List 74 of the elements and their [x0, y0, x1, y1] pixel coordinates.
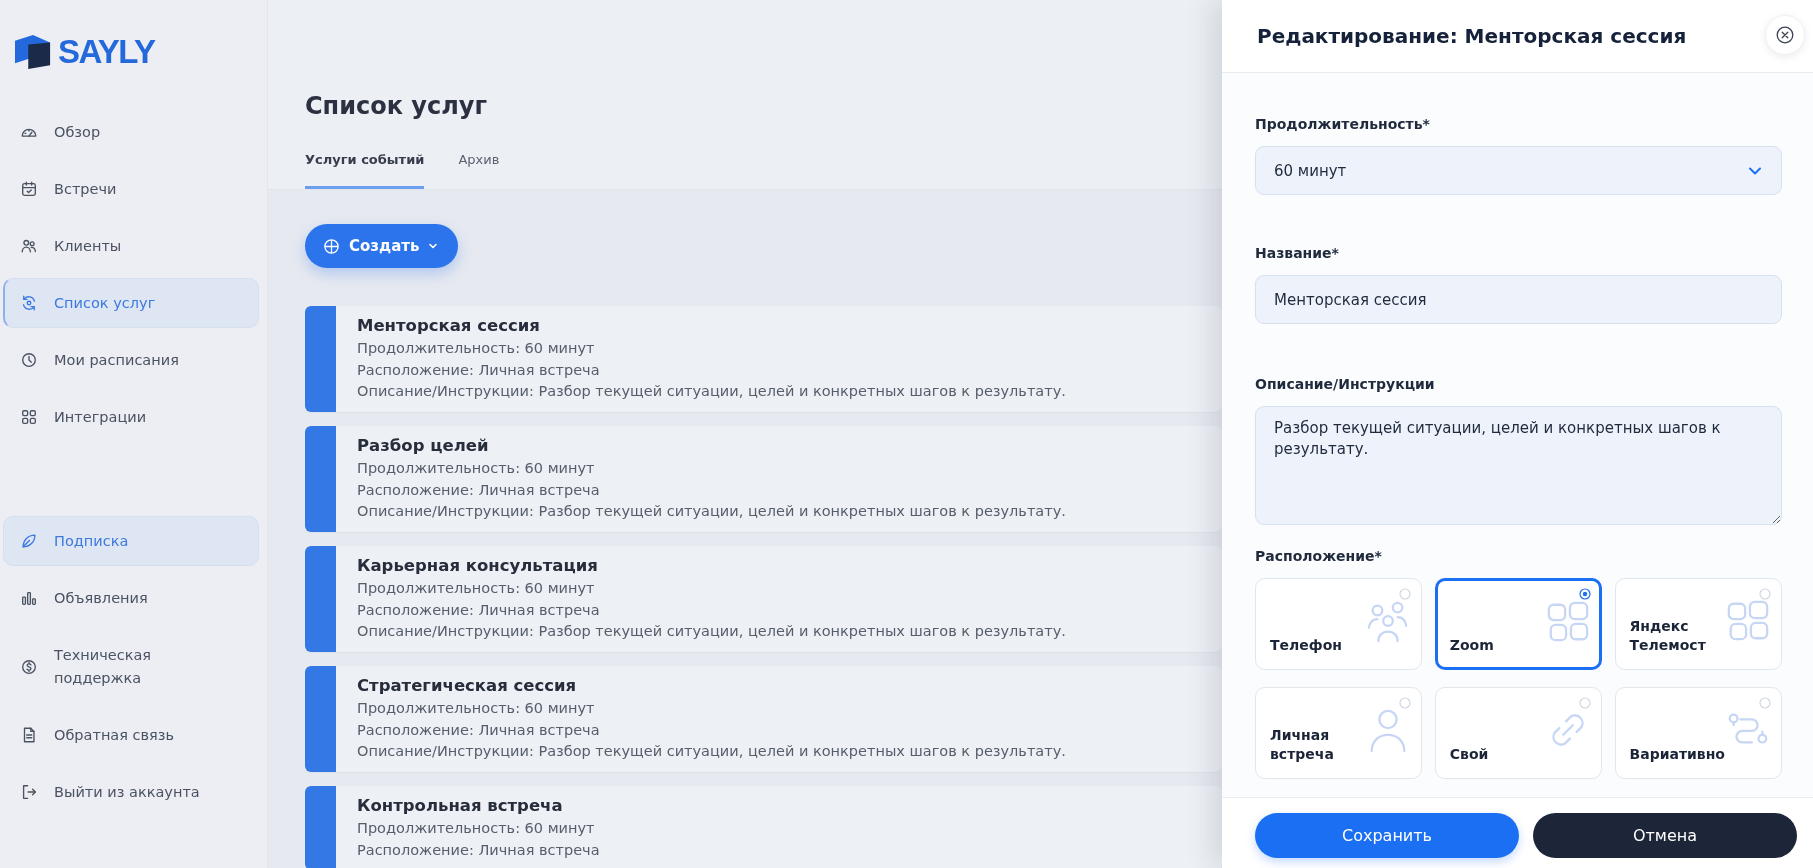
sidebar-item[interactable]: Клиенты — [3, 221, 259, 271]
description-field[interactable]: Разбор текущей ситуации, целей и конкретных шагов к результату. — [1255, 406, 1782, 525]
radio-icon — [1759, 697, 1771, 709]
cycle-arrows-icon — [20, 294, 38, 312]
create-button[interactable]: Создать — [305, 224, 459, 268]
field-label: Расположение* — [1255, 547, 1383, 566]
name-field[interactable]: Менторская сессия — [1255, 275, 1782, 324]
service-card[interactable]: Менторская сессия Продолжительность: 60 минут Расположение: Личная встреча Описание/Инструкции: Разбор текущей ситуации, целей и конкретных шагов к результату. — [305, 306, 1222, 413]
service-card[interactable]: Стратегическая сессия Продолжительность: 60 минут Расположение: Личная встреча Описание/Инструкции: Разбор текущей ситуации, целей и конкретных шагов к результату. — [305, 666, 1222, 773]
close-button[interactable] — [1765, 15, 1805, 55]
save-button[interactable]: Сохранить — [1255, 813, 1519, 858]
service-title: Менторская сессия — [357, 315, 541, 337]
service-detail: Расположение: Личная встреча — [357, 840, 600, 860]
field-label: Продолжительность* — [1255, 115, 1431, 134]
leaf-icon — [20, 532, 38, 550]
location-option[interactable]: Яндекс Телемост — [1614, 578, 1782, 670]
service-detail: Описание/Инструкции: Разбор текущей ситуации, целей и конкретных шагов к результату. — [357, 622, 1066, 641]
service-title: Контрольная встреча — [357, 795, 564, 817]
field-label: Название* — [1255, 244, 1340, 263]
location-option[interactable]: Вариативно — [1614, 687, 1782, 779]
caret-down-icon — [428, 241, 439, 251]
sidebar-item[interactable]: Обратная связь — [3, 710, 259, 760]
add-icon — [323, 237, 340, 255]
bar-chart-icon — [20, 589, 38, 607]
service-card[interactable]: Карьерная консультация Продолжительность: 60 минут Расположение: Личная встреча Описание/Инструкции: Разбор текущей ситуации, целей и конкретных шагов к результату. — [305, 546, 1222, 653]
location-option[interactable]: Свой — [1434, 687, 1602, 779]
radio-icon — [1398, 588, 1411, 600]
people-icon — [20, 237, 38, 255]
service-card[interactable]: Разбор целей Продолжительность: 60 минут Расположение: Личная встреча Описание/Инструкции: Разбор текущей ситуации, целей и конкретных шагов к результату. — [305, 426, 1222, 533]
service-detail: Описание/Инструкции: Разбор текущей ситуации, целей и конкретных шагов к результату. — [357, 742, 1066, 761]
sidebar-item[interactable]: Техническая поддержка — [3, 630, 259, 703]
logout-icon — [20, 783, 38, 801]
clock-icon — [20, 351, 38, 369]
coin-icon — [20, 657, 38, 676]
radio-icon — [1578, 697, 1591, 709]
service-detail: Продолжительность: 60 минут — [357, 819, 596, 838]
radio-icon — [1759, 588, 1771, 600]
location-option[interactable]: Zoom — [1434, 578, 1602, 670]
service-detail: Продолжительность: 60 минут — [357, 699, 596, 718]
tab[interactable]: Услуги событий — [305, 151, 425, 189]
panel-title: Редактирование: Менторская сессия — [1257, 24, 1687, 48]
service-detail: Описание/Инструкции: Разбор текущей ситуации, целей и конкретных шагов к результату. — [357, 502, 1066, 521]
close-icon — [1776, 26, 1794, 44]
sidebar-item[interactable]: Выйти из аккаунта — [3, 767, 259, 817]
sidebar-item[interactable]: Встречи — [3, 164, 259, 214]
location-option[interactable]: Личная встреча — [1255, 687, 1422, 779]
sidebar-item[interactable]: Мои расписания — [3, 335, 259, 385]
radio-icon — [1578, 588, 1591, 600]
field-label: Описание/Инструкции — [1255, 375, 1436, 394]
service-detail: Расположение: Личная встреча — [357, 360, 601, 380]
service-title: Стратегическая сессия — [357, 675, 578, 697]
logo-icon — [14, 34, 52, 70]
service-card[interactable]: Контрольная встреча Продолжительность: 60 минут Расположение: Личная встреча — [305, 786, 1222, 868]
service-detail: Расположение: Личная встреча — [357, 720, 601, 740]
grid-icon — [20, 408, 38, 426]
service-detail: Продолжительность: 60 минут — [357, 339, 596, 358]
sidebar-item[interactable]: Интеграции — [3, 392, 259, 442]
service-detail: Продолжительность: 60 минут — [357, 459, 596, 478]
service-title: Карьерная консультация — [357, 555, 599, 577]
service-detail: Расположение: Личная встреча — [357, 480, 601, 500]
radio-icon — [1398, 697, 1411, 709]
sidebar-item[interactable]: Обзор — [3, 107, 259, 157]
sidebar-item[interactable]: Объявления — [3, 573, 259, 623]
service-detail: Описание/Инструкции: Разбор текущей ситуации, целей и конкретных шагов к результату. — [357, 382, 1066, 401]
tab[interactable]: Архив — [458, 151, 500, 189]
service-detail: Расположение: Личная встреча — [357, 600, 601, 620]
service-title: Разбор целей — [357, 435, 490, 457]
duration-select[interactable]: 60 минут — [1255, 146, 1782, 195]
cancel-button[interactable]: Отмена — [1533, 813, 1797, 858]
service-detail: Продолжительность: 60 минут — [357, 579, 596, 598]
calendar-icon — [20, 180, 38, 198]
location-option[interactable]: Телефон — [1255, 578, 1422, 670]
logo-text: SAYLY — [58, 32, 155, 72]
page-title: Список услуг — [305, 91, 487, 121]
